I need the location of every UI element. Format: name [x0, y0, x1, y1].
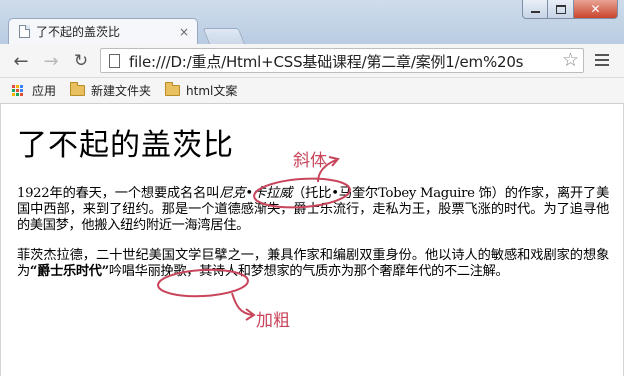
- bold-phrase: “爵士乐时代”: [29, 264, 109, 279]
- apps-grid-dot: [12, 93, 15, 97]
- tab-close-icon[interactable]: ×: [179, 26, 189, 38]
- maximize-button[interactable]: [548, 0, 574, 19]
- url-text[interactable]: file:///D:/重点/Html+CSS基础课程/第二章/案例1/em%20…: [129, 51, 561, 72]
- maximize-icon: [555, 4, 566, 14]
- italic-annotation: 斜体: [293, 151, 327, 171]
- apps-grid-dot: [20, 88, 23, 92]
- paragraph-2: 菲茨杰拉德，二十世纪美国文学巨擘之一，兼具作家和编剧双重身份。他以诗人的敏感和戏…: [17, 248, 609, 280]
- new-tab-button[interactable]: [202, 28, 246, 45]
- bookmark-label: 新建文件夹: [91, 84, 152, 98]
- apps-grid-dot: [12, 88, 15, 92]
- browser-tab[interactable]: 了不起的盖茨比 ×: [8, 18, 198, 44]
- back-arrow-icon: ←: [13, 50, 29, 72]
- menu-bar-1: [595, 54, 609, 56]
- apps-grid-dot: [12, 84, 15, 88]
- p1-text-before: 1922年的春天，一个想要成名名叫: [17, 186, 220, 201]
- bookmark-apps[interactable]: 应用: [12, 82, 56, 99]
- menu-bar-3: [595, 64, 609, 66]
- minimize-button[interactable]: [522, 0, 548, 19]
- italic-name: 尼克•卡拉威: [219, 186, 293, 201]
- bold-annotation: 加粗: [256, 311, 290, 331]
- close-icon: ✕: [590, 2, 601, 16]
- bookmarks-bar: 应用 新建文件夹 html文案: [0, 78, 624, 104]
- bookmark-label: 应用: [32, 84, 57, 98]
- page-icon: [109, 54, 120, 68]
- bookmark-folder-html[interactable]: html文案: [165, 82, 237, 99]
- bookmark-label: html文案: [186, 84, 238, 98]
- menu-bar-2: [595, 59, 609, 61]
- bookmark-star-icon[interactable]: ☆: [562, 49, 579, 72]
- apps-grid-icon: [12, 84, 24, 97]
- forward-arrow-icon: →: [43, 50, 59, 72]
- page-viewport: 了不起的盖茨比 1922年的春天，一个想要成名名叫尼克•卡拉威（托比•马奎尔To…: [0, 104, 624, 376]
- apps-grid-dot: [20, 93, 23, 97]
- folder-icon: [165, 82, 181, 96]
- window-controls: ✕: [522, 0, 618, 19]
- reload-icon: ↻: [73, 51, 89, 71]
- tab-title: 了不起的盖茨比: [36, 25, 121, 39]
- minimize-icon: [530, 10, 540, 13]
- paragraph-1: 1922年的春天，一个想要成名名叫尼克•卡拉威（托比•马奎尔Tobey Magu…: [17, 186, 609, 234]
- apps-grid-dot: [16, 84, 19, 88]
- back-button[interactable]: ←: [10, 50, 32, 72]
- browser-toolbar: ← → ↻ file:///D:/重点/Html+CSS基础课程/第二章/案例1…: [0, 44, 624, 78]
- apps-grid-dot: [16, 93, 19, 97]
- page-content: 了不起的盖茨比 1922年的春天，一个想要成名名叫尼克•卡拉威（托比•马奎尔To…: [17, 104, 609, 280]
- forward-button[interactable]: →: [40, 50, 62, 72]
- apps-grid-dot: [16, 88, 19, 92]
- title-bar: 了不起的盖茨比 × ✕: [0, 0, 624, 45]
- menu-button[interactable]: [595, 52, 609, 68]
- page-favicon-icon: [19, 25, 30, 38]
- reload-button[interactable]: ↻: [70, 50, 92, 72]
- close-window-button[interactable]: ✕: [574, 0, 618, 19]
- p2-text-after: 吟唱华丽挽歌，其诗人和梦想家的气质亦为那个奢靡年代的不二注解。: [108, 264, 509, 279]
- bookmark-folder-new[interactable]: 新建文件夹: [70, 82, 151, 99]
- folder-icon: [70, 82, 86, 96]
- address-bar[interactable]: file:///D:/重点/Html+CSS基础课程/第二章/案例1/em%20…: [100, 48, 584, 73]
- apps-grid-dot: [20, 84, 23, 88]
